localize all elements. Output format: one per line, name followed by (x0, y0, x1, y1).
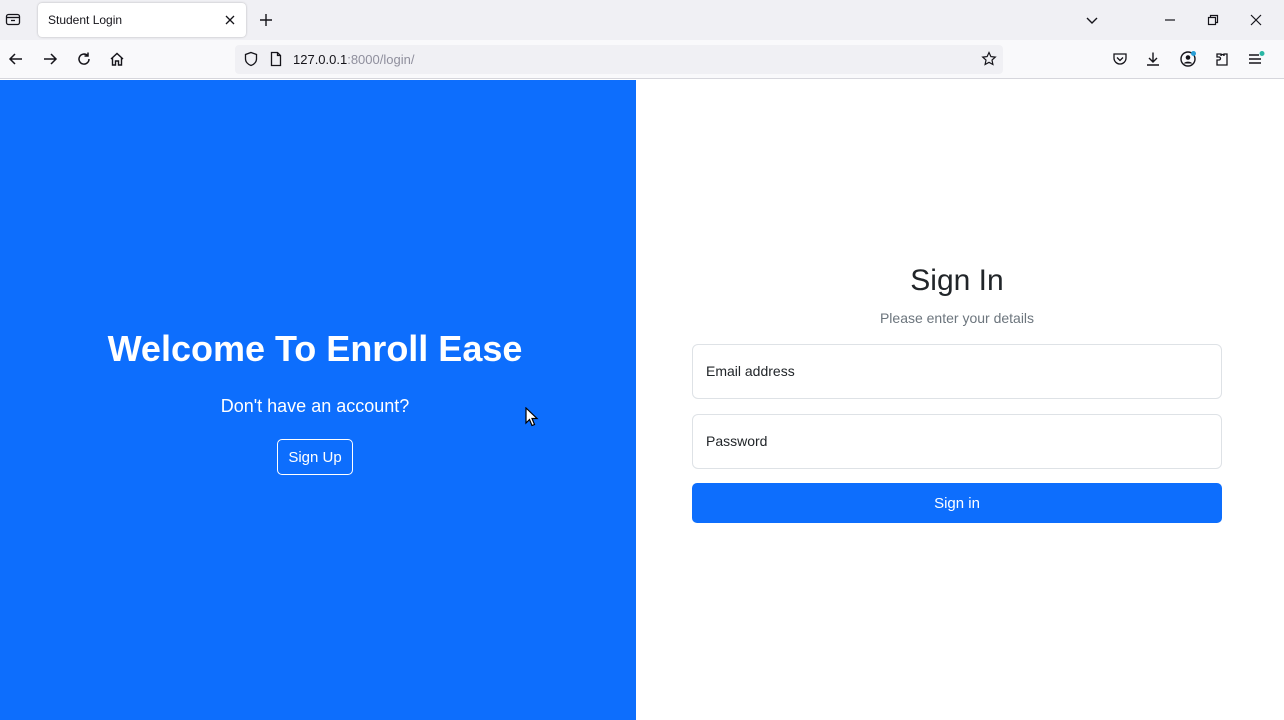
menu-icon[interactable] (1246, 49, 1266, 69)
pocket-icon[interactable] (1110, 49, 1130, 69)
restore-icon[interactable] (1203, 10, 1223, 30)
forward-arrow-icon[interactable] (40, 49, 60, 69)
tab-list-icon[interactable] (3, 9, 23, 29)
sign-up-button[interactable]: Sign Up (277, 439, 353, 475)
active-tab[interactable]: Student Login (38, 3, 246, 37)
download-icon[interactable] (1143, 49, 1163, 69)
extensions-icon[interactable] (1212, 49, 1232, 69)
reload-icon[interactable] (74, 49, 94, 69)
bookmark-star-icon[interactable] (981, 51, 997, 67)
home-icon[interactable] (107, 49, 127, 69)
page-icon[interactable] (268, 51, 284, 67)
url-text[interactable]: 127.0.0.1:8000/login/ (293, 52, 414, 67)
close-tab-icon[interactable] (222, 12, 238, 28)
email-input[interactable] (693, 345, 1221, 398)
welcome-panel: Welcome To Enroll Ease Don't have an acc… (0, 80, 636, 720)
tab-title: Student Login (48, 13, 123, 27)
window-close-icon[interactable] (1246, 10, 1266, 30)
password-input[interactable] (693, 415, 1221, 468)
sign-in-panel: Sign In Please enter your details Email … (636, 80, 1284, 720)
login-page: Welcome To Enroll Ease Don't have an acc… (0, 80, 1284, 720)
sign-in-title: Sign In (910, 264, 1004, 297)
shield-icon[interactable] (243, 51, 259, 67)
chevron-down-icon[interactable] (1082, 10, 1102, 30)
sign-in-button[interactable]: Sign in (692, 483, 1222, 523)
new-tab-icon[interactable] (256, 10, 276, 30)
back-arrow-icon[interactable] (6, 49, 26, 69)
address-bar[interactable]: 127.0.0.1:8000/login/ (235, 45, 1003, 74)
url-path: :8000/login/ (347, 52, 415, 67)
minimize-icon[interactable] (1160, 10, 1180, 30)
sign-in-subtitle: Please enter your details (879, 310, 1035, 326)
email-field[interactable]: Email address (692, 344, 1222, 399)
browser-tab-bar: Student Login (0, 0, 1284, 40)
password-field[interactable]: Password (692, 414, 1222, 469)
welcome-heading: Welcome To Enroll Ease (107, 328, 523, 369)
mouse-cursor-icon (525, 407, 539, 427)
account-icon[interactable] (1178, 49, 1198, 69)
browser-nav-bar: 127.0.0.1:8000/login/ (0, 40, 1284, 79)
url-host: 127.0.0.1 (293, 52, 348, 67)
